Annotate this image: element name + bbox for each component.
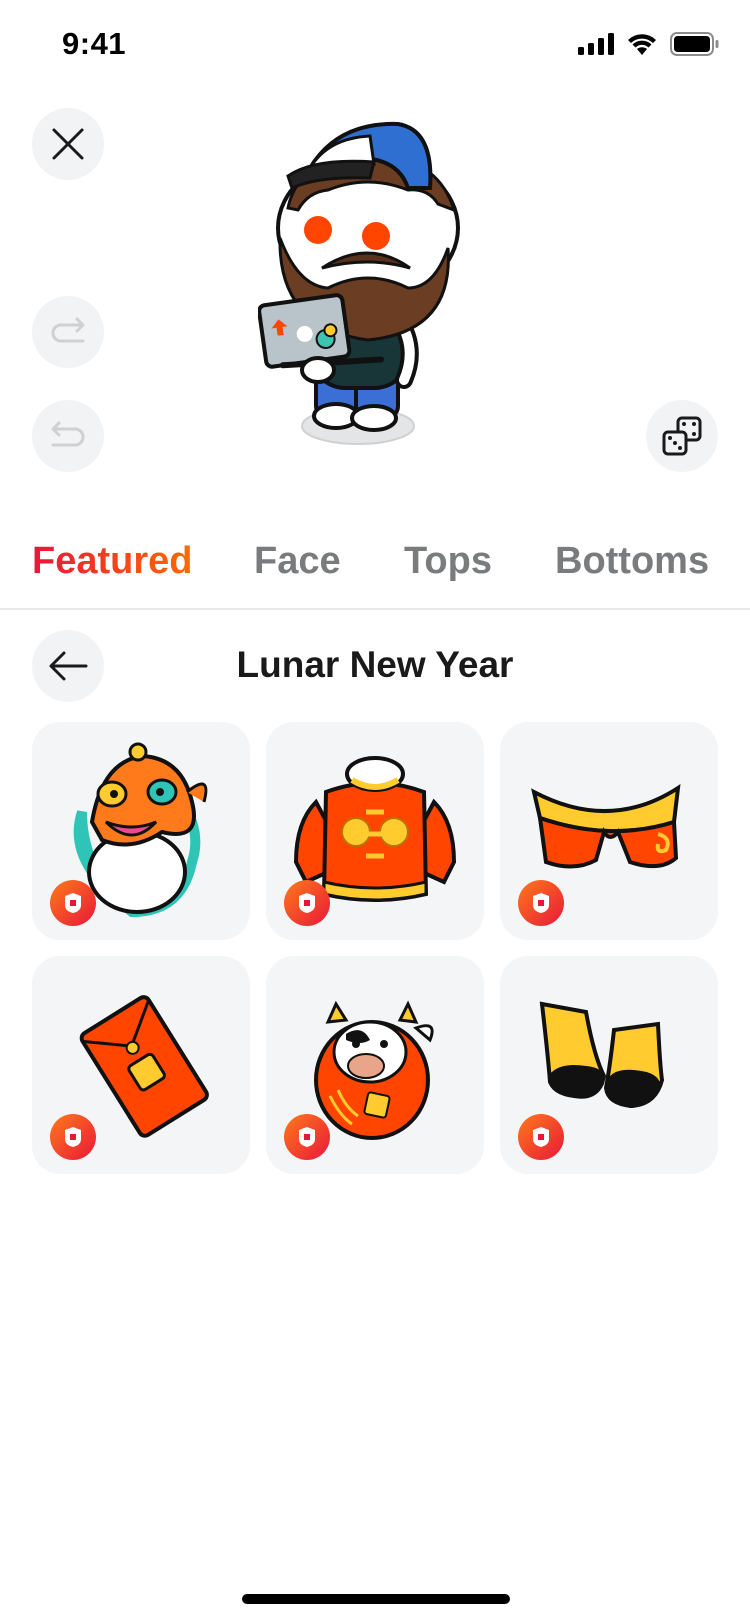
section-title: Lunar New Year: [236, 644, 514, 685]
close-icon: [52, 128, 84, 160]
item-tile[interactable]: [32, 722, 250, 940]
premium-badge: [518, 880, 564, 926]
battery-icon: [670, 32, 719, 56]
tab-face[interactable]: Face: [254, 540, 341, 583]
undo-button[interactable]: [32, 400, 104, 472]
premium-badge-icon: [299, 893, 315, 913]
redo-button[interactable]: [32, 296, 104, 368]
item-tile[interactable]: [500, 722, 718, 940]
redo-icon: [51, 317, 85, 343]
cellular-signal-icon: [578, 33, 614, 55]
home-indicator[interactable]: [242, 1594, 510, 1604]
status-time: 9:41: [62, 26, 127, 61]
premium-badge: [284, 1114, 330, 1160]
premium-badge-icon: [299, 1127, 315, 1147]
wifi-icon: [628, 34, 656, 55]
tab-featured[interactable]: Featured: [32, 540, 192, 583]
item-tile[interactable]: [266, 722, 484, 940]
close-button[interactable]: [32, 108, 104, 180]
premium-badge-icon: [65, 1127, 81, 1147]
premium-badge: [50, 1114, 96, 1160]
randomize-button[interactable]: [646, 400, 718, 472]
item-tile[interactable]: [32, 956, 250, 1174]
premium-badge-icon: [533, 893, 549, 913]
status-bar: 9:41: [0, 0, 750, 90]
tab-tops[interactable]: Tops: [404, 540, 492, 583]
dice-icon: [662, 416, 702, 456]
premium-badge: [518, 1114, 564, 1160]
item-tile[interactable]: [500, 956, 718, 1174]
undo-icon: [51, 421, 85, 447]
premium-badge-icon: [533, 1127, 549, 1147]
avatar-preview: [258, 121, 460, 445]
status-icons: [578, 32, 720, 56]
premium-badge: [50, 880, 96, 926]
tab-bottoms[interactable]: Bottoms: [555, 540, 709, 583]
item-tile[interactable]: [266, 956, 484, 1174]
premium-badge-icon: [65, 893, 81, 913]
premium-badge: [284, 880, 330, 926]
category-tabs: Featured Face Tops Bottoms: [0, 530, 750, 610]
